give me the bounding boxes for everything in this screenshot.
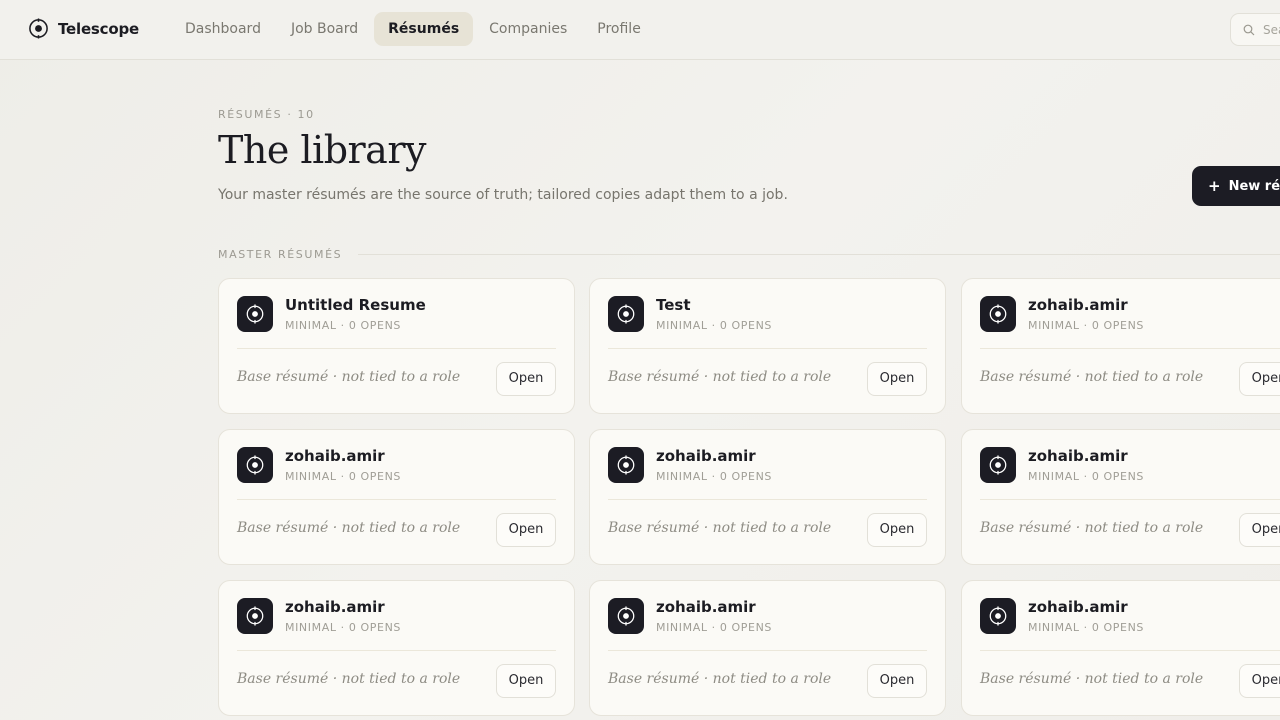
- open-button[interactable]: Open: [496, 513, 556, 547]
- telescope-logo-icon: [617, 304, 635, 324]
- page-title: The library: [218, 128, 426, 172]
- resume-note: Base résumé · not tied to a role: [608, 671, 832, 687]
- card-divider: [237, 650, 556, 651]
- search-input[interactable]: [1263, 22, 1280, 37]
- section-label: MASTER RÉSUMÉS: [218, 248, 343, 261]
- resume-meta: MINIMAL · 0 OPENS: [656, 319, 772, 332]
- resume-title: zohaib.amir: [656, 447, 756, 465]
- resume-note: Base résumé · not tied to a role: [980, 520, 1204, 536]
- resume-note: Base résumé · not tied to a role: [237, 520, 461, 536]
- telescope-logo-icon: [617, 606, 635, 626]
- open-button[interactable]: Open: [867, 664, 927, 698]
- telescope-logo-icon: [29, 18, 48, 39]
- card-divider: [608, 499, 927, 500]
- search-icon: [1243, 24, 1255, 35]
- resume-card[interactable]: Untitled Resume MINIMAL · 0 OPENS Base r…: [218, 278, 575, 414]
- new-resume-button-label: New résumé: [1228, 178, 1280, 194]
- resume-meta: MINIMAL · 0 OPENS: [285, 470, 401, 483]
- resume-card-icon: [980, 598, 1016, 634]
- resume-card[interactable]: zohaib.amir MINIMAL · 0 OPENS Base résum…: [961, 429, 1280, 565]
- section-divider: [358, 254, 1280, 255]
- resume-note: Base résumé · not tied to a role: [980, 671, 1204, 687]
- resume-card[interactable]: zohaib.amir MINIMAL · 0 OPENS Base résum…: [589, 580, 946, 716]
- resume-note: Base résumé · not tied to a role: [608, 520, 832, 536]
- resume-card-icon: [237, 447, 273, 483]
- plus-icon: +: [1208, 177, 1221, 195]
- resume-meta: MINIMAL · 0 OPENS: [285, 621, 401, 634]
- resume-title: zohaib.amir: [656, 598, 756, 616]
- open-button[interactable]: Open: [867, 513, 927, 547]
- resume-title: zohaib.amir: [285, 598, 385, 616]
- card-divider: [237, 348, 556, 349]
- resume-meta: MINIMAL · 0 OPENS: [1028, 621, 1144, 634]
- resume-card-icon: [237, 296, 273, 332]
- nav-profile[interactable]: Profile: [583, 12, 655, 46]
- card-divider: [608, 348, 927, 349]
- page-eyebrow: RÉSUMÉS · 10: [218, 108, 315, 121]
- nav-resumes[interactable]: Résumés: [374, 12, 474, 46]
- resume-note: Base résumé · not tied to a role: [980, 369, 1204, 385]
- telescope-logo-icon: [989, 304, 1007, 324]
- card-divider: [980, 499, 1280, 500]
- top-bar: Telescope Dashboard Job Board Résumés Co…: [0, 0, 1280, 60]
- resume-card[interactable]: zohaib.amir MINIMAL · 0 OPENS Base résum…: [961, 278, 1280, 414]
- resume-meta: MINIMAL · 0 OPENS: [656, 470, 772, 483]
- resume-meta: MINIMAL · 0 OPENS: [1028, 319, 1144, 332]
- resume-card[interactable]: zohaib.amir MINIMAL · 0 OPENS Base résum…: [961, 580, 1280, 716]
- card-divider: [980, 348, 1280, 349]
- resume-card[interactable]: zohaib.amir MINIMAL · 0 OPENS Base résum…: [589, 429, 946, 565]
- resume-card[interactable]: zohaib.amir MINIMAL · 0 OPENS Base résum…: [218, 429, 575, 565]
- resume-card-icon: [608, 296, 644, 332]
- resume-title: zohaib.amir: [1028, 296, 1128, 314]
- open-button[interactable]: Open: [1239, 664, 1280, 698]
- resume-meta: MINIMAL · 0 OPENS: [1028, 470, 1144, 483]
- resume-meta: MINIMAL · 0 OPENS: [656, 621, 772, 634]
- card-divider: [980, 650, 1280, 651]
- resume-title: Test: [656, 296, 691, 314]
- nav-job-board[interactable]: Job Board: [277, 12, 372, 46]
- nav-companies[interactable]: Companies: [475, 12, 581, 46]
- telescope-logo-icon: [617, 455, 635, 475]
- open-button[interactable]: Open: [496, 362, 556, 396]
- telescope-logo-icon: [246, 455, 264, 475]
- telescope-logo-icon: [989, 455, 1007, 475]
- search-box[interactable]: [1230, 13, 1280, 46]
- resume-card-icon: [608, 447, 644, 483]
- card-divider: [608, 650, 927, 651]
- resume-meta: MINIMAL · 0 OPENS: [285, 319, 401, 332]
- resume-card-icon: [237, 598, 273, 634]
- resume-card-icon: [608, 598, 644, 634]
- open-button[interactable]: Open: [867, 362, 927, 396]
- new-resume-button[interactable]: + New résumé: [1192, 166, 1280, 206]
- nav-dashboard[interactable]: Dashboard: [171, 12, 275, 46]
- page-subtitle: Your master résumés are the source of tr…: [218, 187, 788, 203]
- open-button[interactable]: Open: [496, 664, 556, 698]
- resume-title: zohaib.amir: [285, 447, 385, 465]
- resume-title: zohaib.amir: [1028, 447, 1128, 465]
- resume-card[interactable]: Test MINIMAL · 0 OPENS Base résumé · not…: [589, 278, 946, 414]
- main-nav: Dashboard Job Board Résumés Companies Pr…: [171, 12, 657, 46]
- resume-title: Untitled Resume: [285, 296, 426, 314]
- resume-card-icon: [980, 296, 1016, 332]
- telescope-logo-icon: [989, 606, 1007, 626]
- brand-name: Telescope: [58, 19, 139, 38]
- resume-card[interactable]: zohaib.amir MINIMAL · 0 OPENS Base résum…: [218, 580, 575, 716]
- resume-note: Base résumé · not tied to a role: [237, 369, 461, 385]
- card-divider: [237, 499, 556, 500]
- resume-card-icon: [980, 447, 1016, 483]
- resume-note: Base résumé · not tied to a role: [608, 369, 832, 385]
- open-button[interactable]: Open: [1239, 513, 1280, 547]
- resume-title: zohaib.amir: [1028, 598, 1128, 616]
- viewport: Telescope Dashboard Job Board Résumés Co…: [0, 0, 1280, 720]
- telescope-logo-icon: [246, 304, 264, 324]
- resume-note: Base résumé · not tied to a role: [237, 671, 461, 687]
- brand[interactable]: Telescope: [28, 18, 139, 39]
- open-button[interactable]: Open: [1239, 362, 1280, 396]
- telescope-logo-icon: [246, 606, 264, 626]
